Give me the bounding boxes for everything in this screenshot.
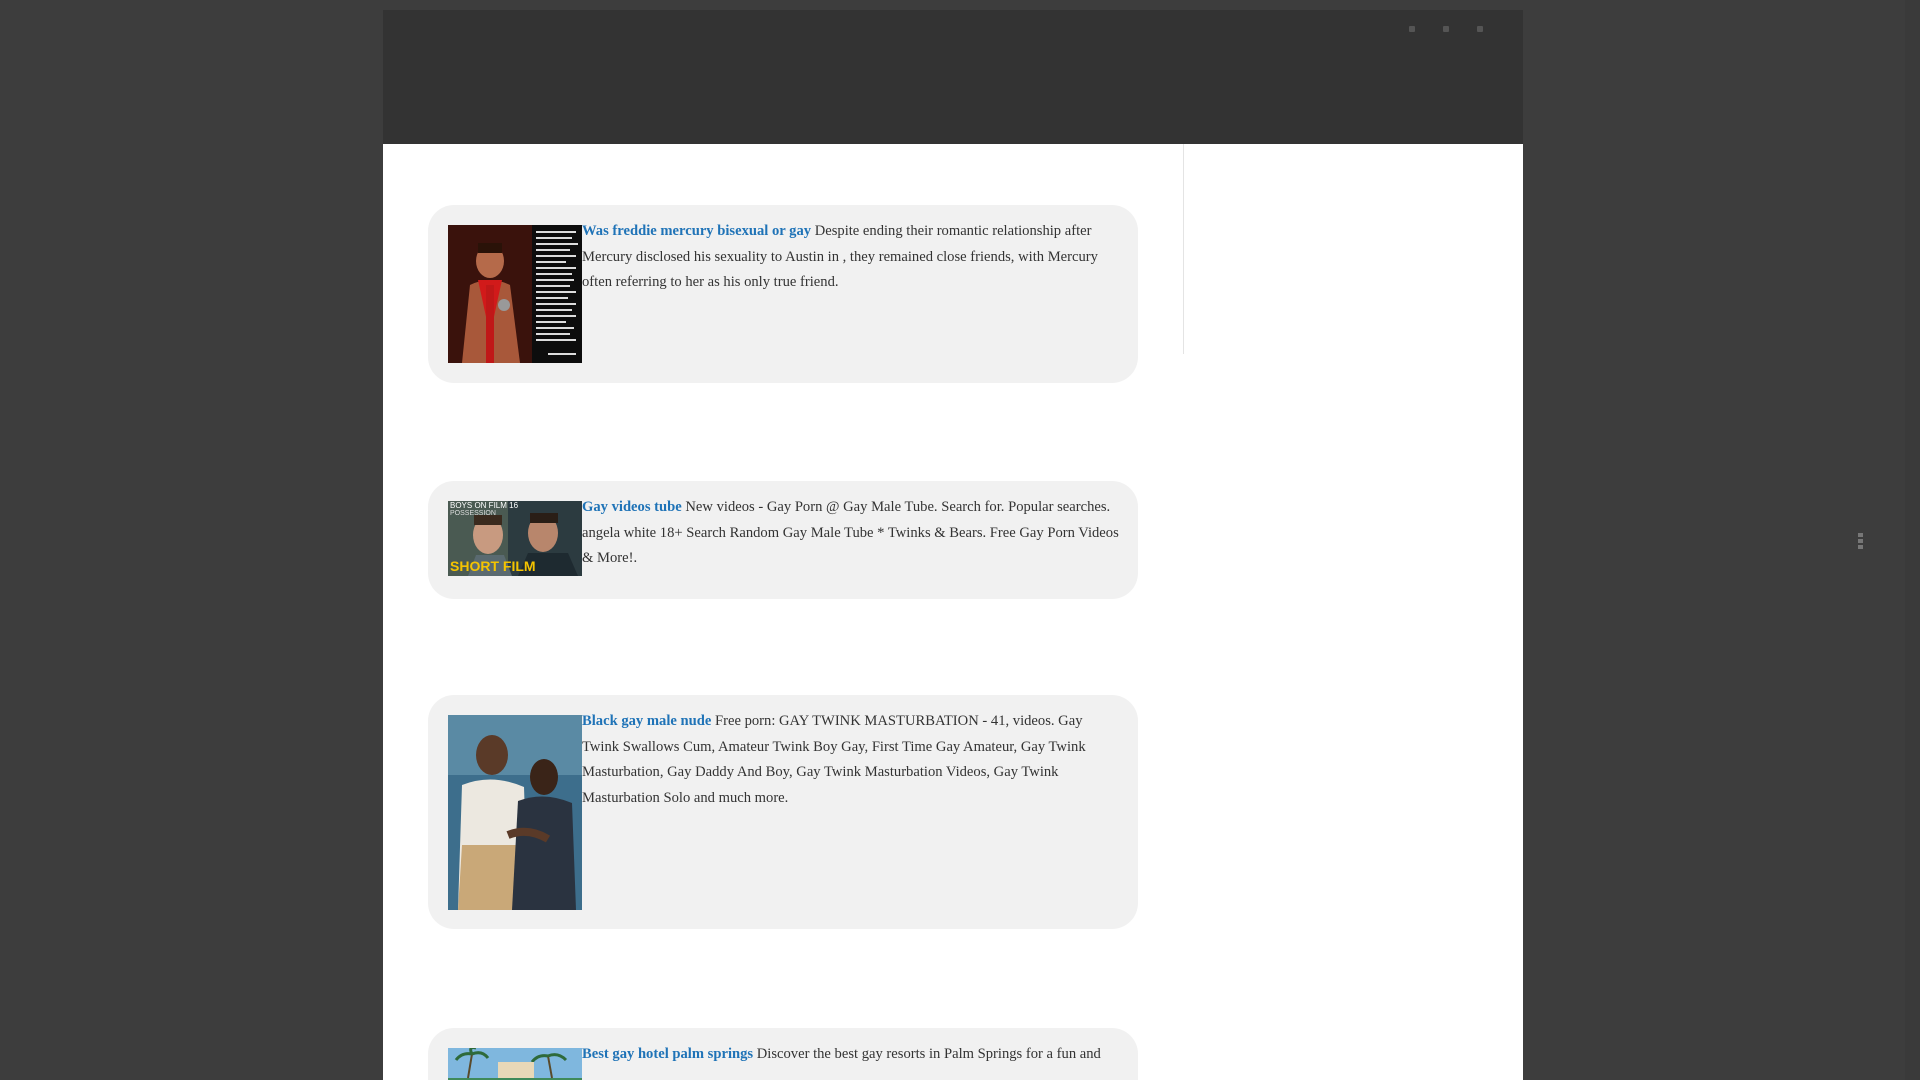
article-text: Best gay hotel palm springs Discover the… [582,1042,1122,1068]
article-thumbnail[interactable] [448,225,582,363]
article-title-link[interactable]: Black gay male nude [582,713,711,729]
article-title-link[interactable]: Was freddie mercury bisexual or gay [582,223,811,239]
page-container: Was freddie mercury bisexual or gay Desp… [383,10,1523,1080]
article-thumbnail[interactable] [448,715,582,910]
thumb-caption-top: BOYS ON FILM 16 [450,501,519,510]
article-thumbnail[interactable] [448,1048,582,1080]
drag-handle-icon[interactable] [1858,533,1864,553]
thumb-caption-sub: POSSESSION [450,510,496,517]
article-description: Discover the best gay resorts in Palm Sp… [756,1046,1101,1062]
article-card: Was freddie mercury bisexual or gay Desp… [428,205,1138,383]
sidebar-divider [1183,144,1184,354]
hotel-pool-image [448,1048,582,1080]
site-header [383,10,1523,144]
article-card: BOYS ON FILM 16 POSSESSION SHORT FILM Ga… [428,481,1138,599]
vertical-scrollbar[interactable] [1905,0,1920,1080]
article-title-link[interactable]: Best gay hotel palm springs [582,1046,753,1062]
article-text: Black gay male nude Free porn: GAY TWINK… [582,709,1122,811]
article-thumbnail[interactable]: BOYS ON FILM 16 POSSESSION SHORT FILM [448,501,582,576]
header-menu-dot[interactable] [1409,26,1415,32]
couple-photo-image [448,715,582,910]
freddie-mercury-image [448,225,582,363]
header-menu-dot[interactable] [1443,26,1449,32]
header-menu-dot[interactable] [1477,26,1483,32]
article-text: Was freddie mercury bisexual or gay Desp… [582,219,1122,296]
article-text: Gay videos tube New videos - Gay Porn @ … [582,495,1122,572]
thumb-caption-main: SHORT FILM [450,558,536,574]
article-title-link[interactable]: Gay videos tube [582,499,682,515]
article-card: Best gay hotel palm springs Discover the… [428,1028,1138,1080]
article-card: Black gay male nude Free porn: GAY TWINK… [428,695,1138,929]
